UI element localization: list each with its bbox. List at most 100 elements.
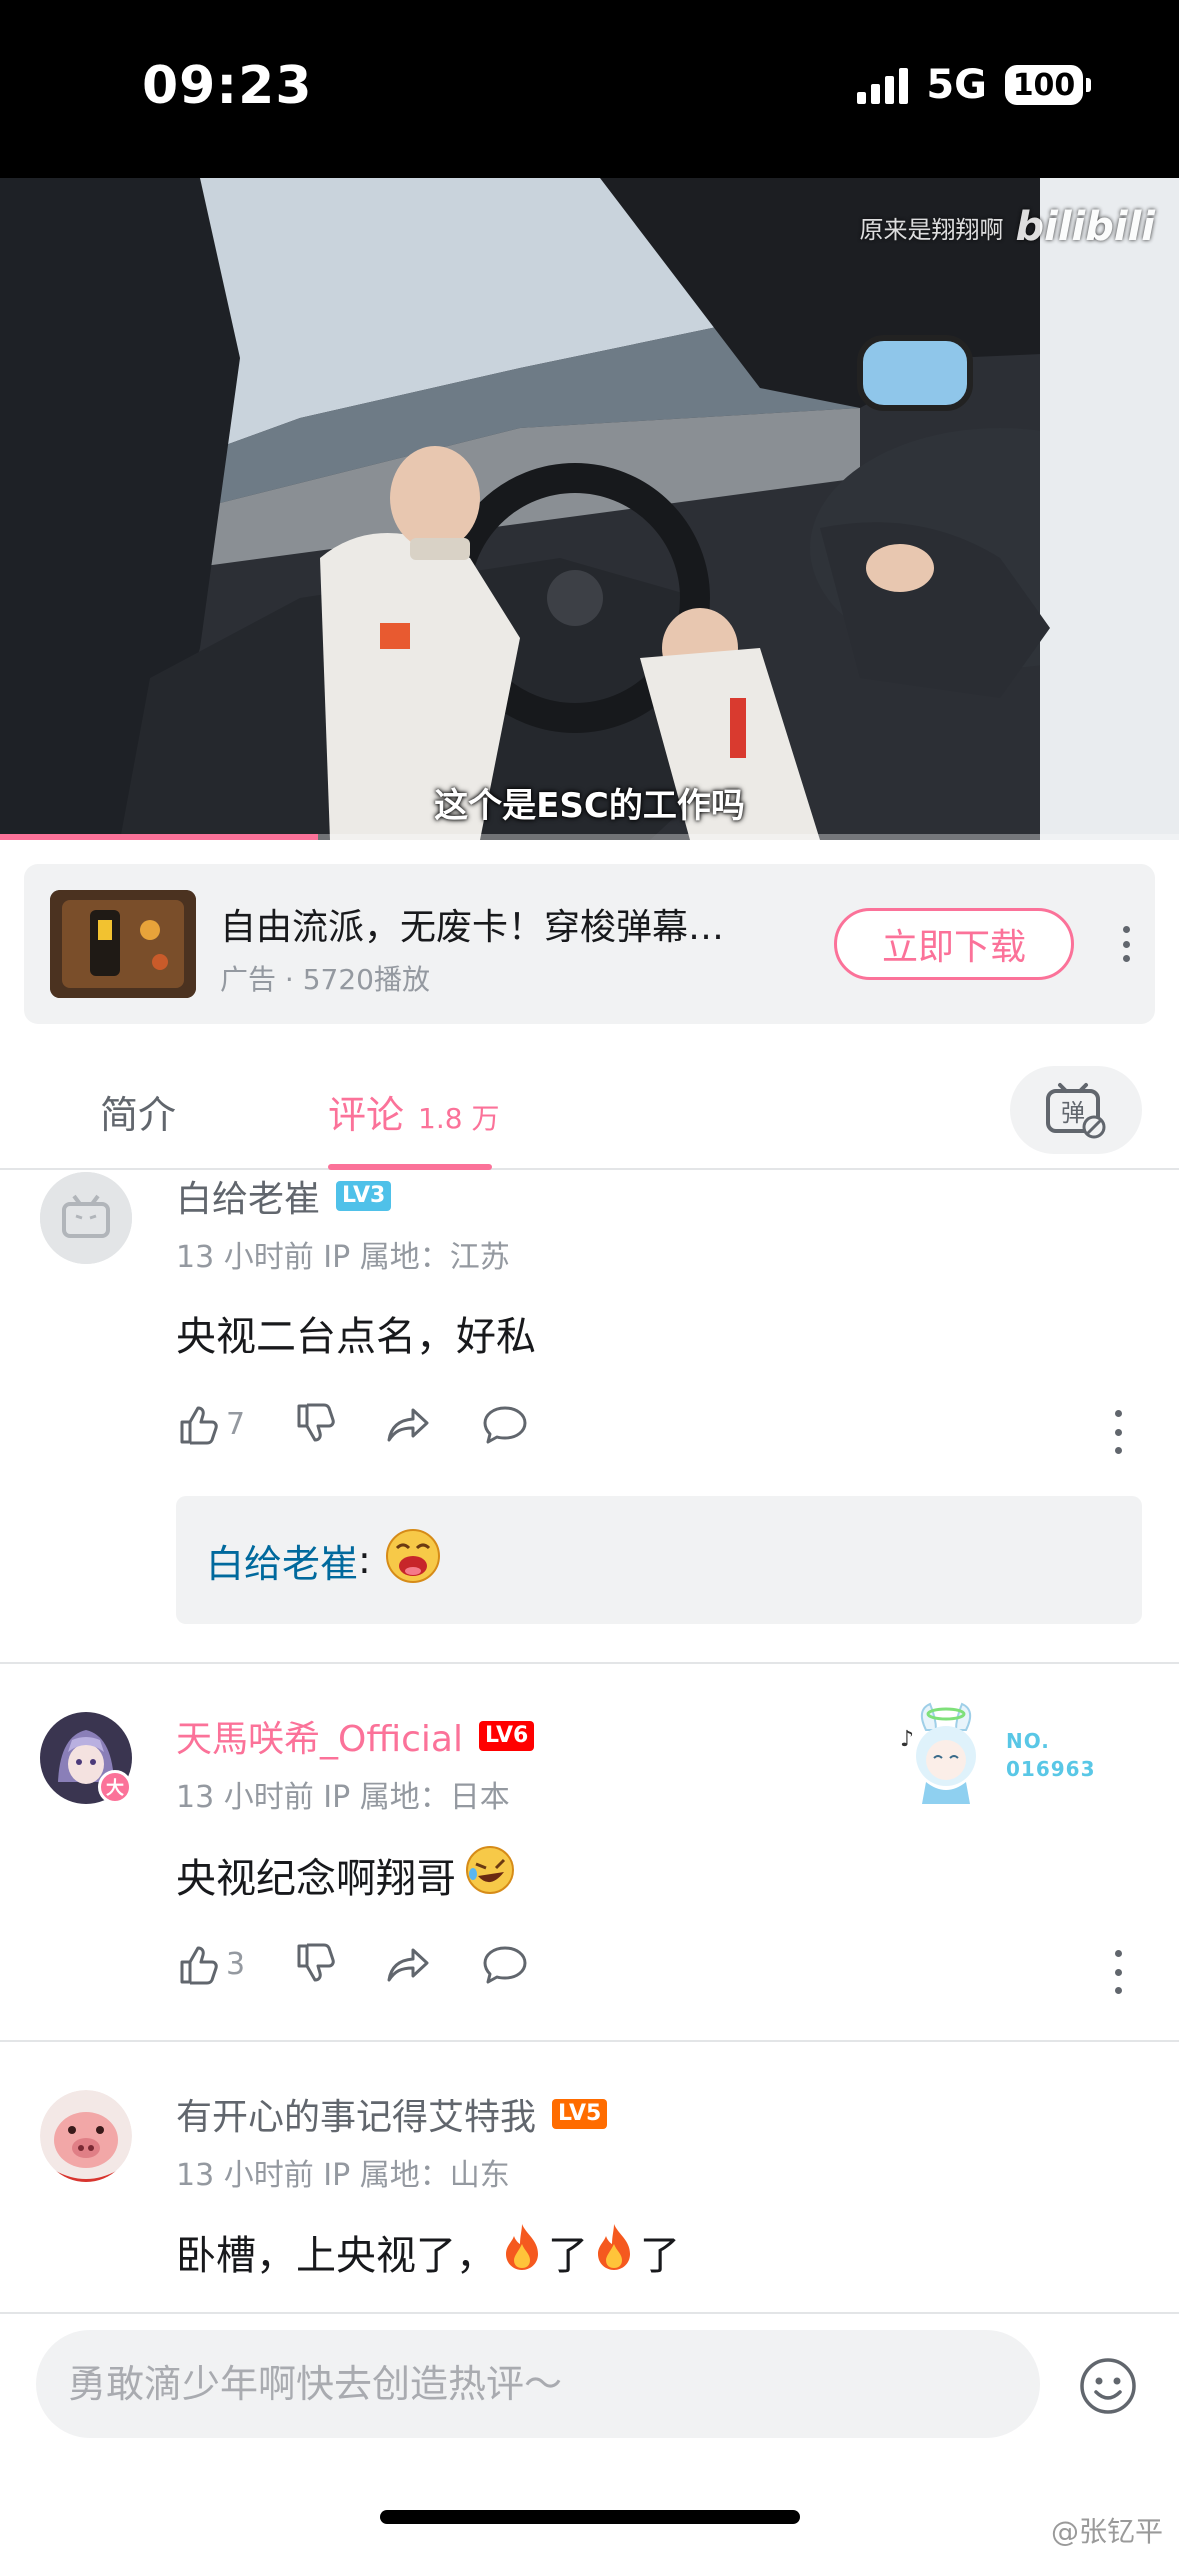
smile-icon xyxy=(1080,2358,1136,2414)
avatar[interactable]: 大 xyxy=(40,1712,132,1804)
battery-icon: 100 xyxy=(1005,65,1091,105)
emoji-button[interactable] xyxy=(1078,2356,1138,2416)
comment-item: 白给老崔 LV3 13 小时前 IP 属地：江苏 央视二台点名，好私 7 白给老… xyxy=(0,1170,1179,1660)
status-right: 5G 100 xyxy=(857,62,1091,108)
status-time: 09:23 xyxy=(142,56,313,116)
reply-button[interactable] xyxy=(481,1942,529,1986)
like-count: 7 xyxy=(226,1406,246,1442)
tab-comments[interactable]: 评论 1.8 万 xyxy=(328,1084,499,1139)
reply-colon: : xyxy=(358,1538,371,1582)
comment-text-part: 卧槽，上央视了， xyxy=(176,2233,496,2279)
danmaku-toggle-icon: 弹 xyxy=(1046,1083,1106,1139)
level-badge: LV5 xyxy=(552,2099,608,2129)
tab-comments-label: 评论 xyxy=(328,1093,405,1137)
fire-emoji-icon xyxy=(500,2222,544,2282)
comment-time: 13 小时前 xyxy=(176,1240,314,1275)
weibo-watermark: @张钇平 xyxy=(1050,2515,1163,2548)
comment-time: 13 小时前 xyxy=(176,2158,314,2193)
avatar[interactable] xyxy=(40,1172,132,1264)
comment-username[interactable]: 天馬咲希_Official LV6 xyxy=(176,1710,535,1762)
download-button[interactable]: 立即下载 xyxy=(834,908,1074,980)
share-icon xyxy=(387,1948,429,1982)
like-button[interactable]: 3 xyxy=(176,1942,245,1986)
level-badge: LV6 xyxy=(479,1721,535,1751)
video-progress-bar[interactable] xyxy=(0,834,1179,840)
fan-badge: ♪ NO. 016963 xyxy=(896,1700,1096,1810)
signal-icon xyxy=(857,66,909,104)
watermark-channel: 原来是翔翔啊 xyxy=(859,215,1004,244)
thumb-up-icon xyxy=(180,1946,218,1985)
level-badge: LV3 xyxy=(336,1181,392,1211)
status-bar: 09:23 5G 100 xyxy=(0,0,1179,178)
comment-more-icon[interactable] xyxy=(1112,1410,1124,1454)
username-text: 有开心的事记得艾特我 xyxy=(176,2097,537,2138)
comment-bubble-icon xyxy=(483,1946,527,1984)
share-icon xyxy=(387,1408,429,1442)
dislike-button[interactable] xyxy=(293,1942,337,1986)
comment-text-body: 央视纪念啊翔哥 xyxy=(176,1856,456,1902)
like-button[interactable]: 7 xyxy=(176,1402,245,1446)
comment-text: 央视二台点名，好私 xyxy=(176,1314,536,1360)
username-text: 白给老崔 xyxy=(176,1179,321,1220)
svg-text:♪: ♪ xyxy=(900,1727,914,1752)
fan-badge-number: NO. 016963 xyxy=(1006,1727,1096,1783)
tab-intro[interactable]: 简介 xyxy=(100,1084,176,1139)
comment-more-icon[interactable] xyxy=(1112,1950,1124,1994)
ad-card[interactable]: 自由流派，无废卡！穿梭弹幕… 广告 · 5720播放 立即下载 xyxy=(24,864,1155,1024)
comment-meta: 13 小时前 IP 属地：日本 xyxy=(176,1772,510,1816)
reply-button[interactable] xyxy=(481,1402,529,1446)
comment-ip: IP 属地：江苏 xyxy=(323,1240,510,1275)
comment-text-part: 了 xyxy=(640,2233,680,2279)
comment-meta: 13 小时前 IP 属地：江苏 xyxy=(176,1232,510,1276)
ad-thumbnail xyxy=(50,890,196,998)
fire-emoji-icon xyxy=(592,2222,636,2282)
comment-ip: IP 属地：山东 xyxy=(323,2158,510,2193)
comment-actions: 3 xyxy=(176,1942,577,1986)
home-indicator[interactable] xyxy=(380,2510,800,2524)
fan-badge-value: 016963 xyxy=(1006,1757,1096,1781)
video-frame xyxy=(0,178,1179,840)
thumb-down-icon xyxy=(297,1403,335,1442)
tab-bar: 简介 评论 1.8 万 弹 xyxy=(0,1048,1179,1170)
comment-input-bar xyxy=(0,2312,1179,2556)
comment-text: 卧槽，上央视了， 了 了 xyxy=(176,2222,680,2282)
laughing-emoji-icon xyxy=(383,1526,443,1595)
rofl-emoji-icon xyxy=(464,1844,516,1906)
video-progress-fill xyxy=(0,834,319,840)
comment-actions: 7 xyxy=(176,1402,577,1446)
comment-input[interactable] xyxy=(36,2330,1040,2438)
comment-meta: 13 小时前 IP 属地：山东 xyxy=(176,2150,510,2194)
like-count: 3 xyxy=(226,1946,246,1982)
video-watermark: 原来是翔翔啊 bilibili xyxy=(859,204,1155,250)
comment-time: 13 小时前 xyxy=(176,1780,314,1815)
comment-divider xyxy=(0,2040,1179,2042)
avatar-badge: 大 xyxy=(98,1770,132,1804)
comment-bubble-icon xyxy=(483,1406,527,1444)
ad-title: 自由流派，无废卡！穿梭弹幕… xyxy=(220,907,725,948)
bilibili-logo: bilibili xyxy=(1015,204,1155,250)
thumb-down-icon xyxy=(297,1943,335,1982)
comment-divider xyxy=(0,1662,1179,1664)
fan-badge-label: NO. xyxy=(1006,1729,1050,1753)
tab-comments-count: 1.8 万 xyxy=(418,1102,500,1135)
dislike-button[interactable] xyxy=(293,1402,337,1446)
comment-username[interactable]: 白给老崔 LV3 xyxy=(176,1170,392,1222)
thumb-up-icon xyxy=(180,1406,218,1445)
danmaku-toggle-button[interactable]: 弹 xyxy=(1010,1066,1142,1154)
comment-text-part: 了 xyxy=(548,2233,588,2279)
comment-text: 央视纪念啊翔哥 xyxy=(176,1844,516,1906)
username-text: 天馬咲希_Official xyxy=(176,1719,463,1760)
avatar[interactable] xyxy=(40,2090,132,2182)
comment-username[interactable]: 有开心的事记得艾特我 LV5 xyxy=(176,2088,608,2140)
ad-meta: 广告 · 5720播放 xyxy=(220,963,430,996)
comment-ip: IP 属地：日本 xyxy=(323,1780,510,1815)
reply-username[interactable]: 白给老崔 xyxy=(206,1533,358,1588)
comment-item: 有开心的事记得艾特我 LV5 13 小时前 IP 属地：山东 卧槽，上央视了， … xyxy=(0,2088,1179,2312)
more-vertical-icon[interactable] xyxy=(1114,920,1138,968)
share-button[interactable] xyxy=(385,1942,433,1986)
reply-preview[interactable]: 白给老崔: xyxy=(176,1496,1142,1624)
fan-badge-character-icon: ♪ xyxy=(900,1702,976,1804)
video-player[interactable]: 原来是翔翔啊 bilibili 这个是ESC的工作吗 xyxy=(0,178,1179,840)
video-subtitle: 这个是ESC的工作吗 xyxy=(434,786,745,826)
share-button[interactable] xyxy=(385,1402,433,1446)
